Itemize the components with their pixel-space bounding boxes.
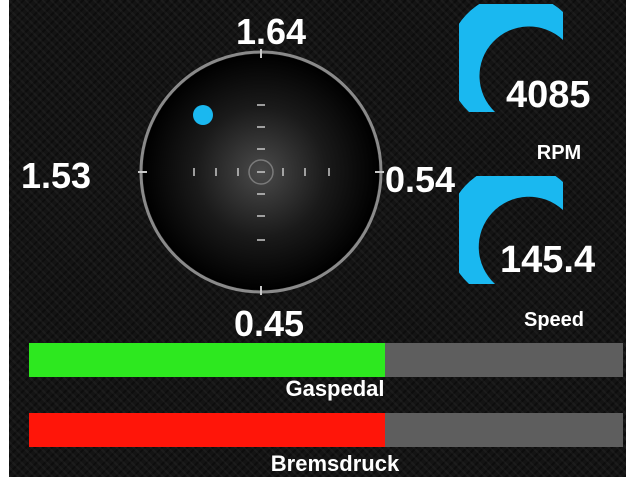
gforce-dot: [193, 105, 213, 125]
speed-value: 145.4: [500, 239, 596, 281]
throttle-label: Gaspedal: [285, 376, 385, 401]
speed-label: Speed: [523, 309, 585, 331]
brake-bar-fill: [29, 413, 386, 447]
gforce-left-value: 1.53: [21, 155, 92, 196]
rpm-value: 4085: [506, 74, 591, 116]
gforce-meter: [138, 49, 384, 295]
brake-label: Bremsdruck: [270, 451, 400, 476]
brake-bar: [29, 413, 623, 447]
dashboard-screen: 1.64 1.53 0.54 0.45 4085 RPM 145.4 Speed…: [9, 0, 626, 477]
gforce-top-value: 1.64: [235, 11, 307, 52]
throttle-bar: [29, 343, 623, 377]
rpm-label: RPM: [536, 142, 582, 164]
gforce-bottom-value: 0.45: [233, 303, 305, 344]
throttle-bar-fill: [29, 343, 386, 377]
